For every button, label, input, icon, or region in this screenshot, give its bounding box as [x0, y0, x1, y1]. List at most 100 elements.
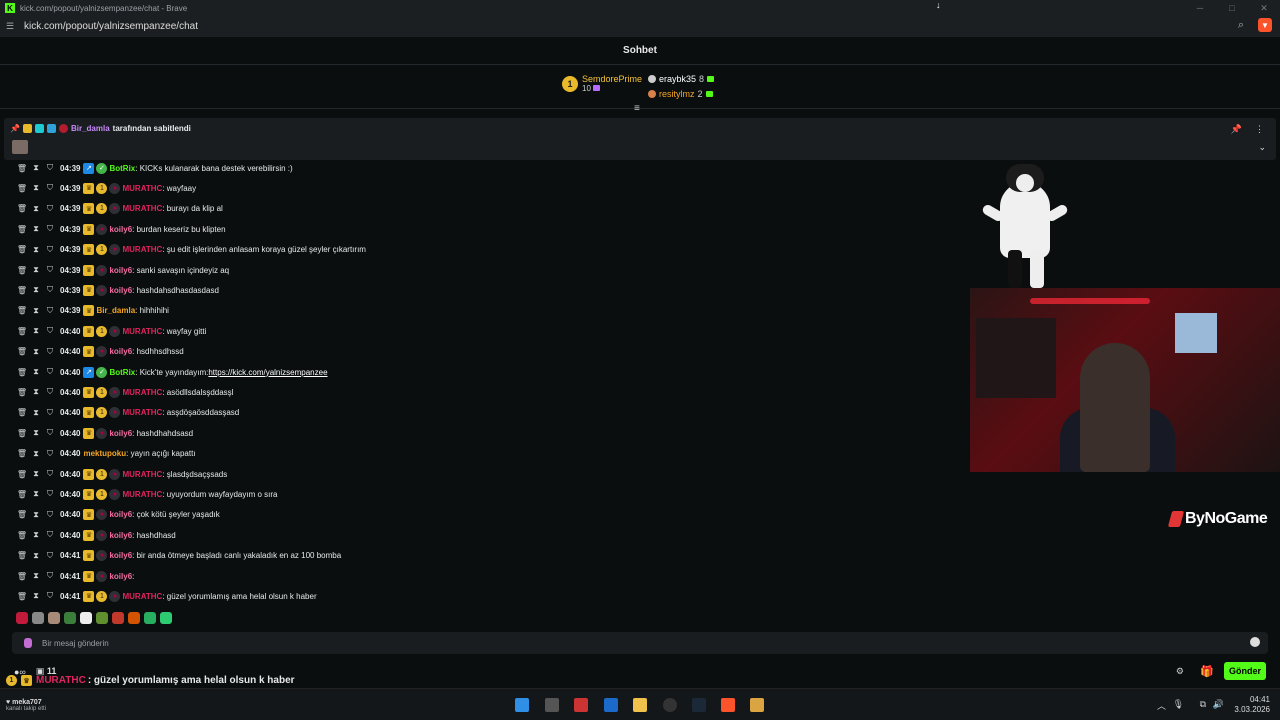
- timeout-icon[interactable]: ⧗: [30, 408, 42, 418]
- message-link[interactable]: https://kick.com/yalnizsempanzee: [208, 368, 327, 377]
- network-icon[interactable]: ⧉: [1200, 699, 1206, 710]
- timeout-icon[interactable]: ⧗: [30, 306, 42, 316]
- ban-icon[interactable]: ⛉: [44, 285, 56, 295]
- delete-icon[interactable]: 🗑: [16, 286, 28, 295]
- timeout-icon[interactable]: ⧗: [30, 489, 42, 499]
- delete-icon[interactable]: 🗑: [16, 368, 28, 377]
- timeout-icon[interactable]: ⧗: [30, 265, 42, 275]
- ban-icon[interactable]: ⛉: [44, 571, 56, 581]
- pin-toggle-icon[interactable]: 📌: [1231, 124, 1242, 135]
- delete-icon[interactable]: 🗑: [16, 592, 28, 601]
- timeout-icon[interactable]: ⧗: [30, 245, 42, 255]
- ban-icon[interactable]: ⛉: [44, 551, 56, 561]
- emote-icon[interactable]: [48, 612, 60, 624]
- tray-chevron-icon[interactable]: ︿: [1157, 699, 1166, 712]
- delete-icon[interactable]: 🗑: [16, 225, 28, 234]
- app-icon[interactable]: [750, 698, 764, 712]
- photos-icon[interactable]: [604, 698, 618, 712]
- timeout-icon[interactable]: ⧗: [30, 163, 42, 173]
- volume-icon[interactable]: 🔊: [1213, 699, 1224, 710]
- emote-icon[interactable]: [144, 612, 156, 624]
- delete-icon[interactable]: 🗑: [16, 449, 28, 458]
- emote-icon[interactable]: [32, 612, 44, 624]
- message-user[interactable]: MURATHC: [122, 470, 162, 479]
- ban-icon[interactable]: ⛉: [44, 510, 56, 520]
- steam-icon[interactable]: [692, 698, 706, 712]
- windows-start-icon[interactable]: [515, 698, 529, 712]
- message-user[interactable]: koily6: [109, 266, 132, 275]
- task-view-icon[interactable]: [545, 698, 559, 712]
- delete-icon[interactable]: 🗑: [16, 266, 28, 275]
- ban-icon[interactable]: ⛉: [44, 326, 56, 336]
- message-user[interactable]: MURATHC: [122, 592, 162, 601]
- file-explorer-icon[interactable]: [633, 698, 647, 712]
- emote-icon[interactable]: [96, 612, 108, 624]
- ban-icon[interactable]: ⛉: [44, 224, 56, 234]
- timeout-icon[interactable]: ⧗: [30, 469, 42, 479]
- close-button[interactable]: ✕: [1248, 0, 1280, 16]
- message-user[interactable]: BotRix: [109, 164, 135, 173]
- emote-icon[interactable]: [112, 612, 124, 624]
- delete-icon[interactable]: 🗑: [16, 572, 28, 581]
- timeout-icon[interactable]: ⧗: [30, 449, 42, 459]
- timeout-icon[interactable]: ⧗: [30, 571, 42, 581]
- message-user[interactable]: koily6: [109, 510, 132, 519]
- delete-icon[interactable]: 🗑: [16, 408, 28, 417]
- emote-icon[interactable]: [128, 612, 140, 624]
- emote-icon[interactable]: [80, 612, 92, 624]
- system-clock[interactable]: 04:41 3.03.2026: [1234, 695, 1270, 715]
- delete-icon[interactable]: 🗑: [16, 388, 28, 397]
- ban-icon[interactable]: ⛉: [44, 306, 56, 316]
- message-user[interactable]: koily6: [109, 531, 132, 540]
- minimize-button[interactable]: ─: [1184, 0, 1216, 16]
- collapse-leaderboard-icon[interactable]: ≡: [634, 103, 640, 114]
- app-icon[interactable]: [574, 698, 588, 712]
- emote-icon[interactable]: [16, 612, 28, 624]
- timeout-icon[interactable]: ⧗: [30, 224, 42, 234]
- message-user[interactable]: mektupoku: [83, 449, 126, 458]
- microphone-icon[interactable]: 🎙: [1173, 699, 1184, 710]
- delete-icon[interactable]: 🗑: [16, 551, 28, 560]
- message-user[interactable]: MURATHC: [122, 327, 162, 336]
- site-info-icon[interactable]: ☰: [6, 21, 18, 32]
- emote-icon[interactable]: [160, 612, 172, 624]
- message-user[interactable]: koily6: [109, 551, 132, 560]
- message-input[interactable]: Bir mesaj gönderin: [12, 632, 1268, 654]
- address-bar[interactable]: ☰ kick.com/popout/yalnizsempanzee/chat ⌕…: [0, 16, 1280, 37]
- brave-icon[interactable]: [721, 698, 735, 712]
- ban-icon[interactable]: ⛉: [44, 428, 56, 438]
- ban-icon[interactable]: ⛉: [44, 163, 56, 173]
- maximize-button[interactable]: □: [1216, 0, 1248, 16]
- message-input-placeholder[interactable]: Bir mesaj gönderin: [42, 639, 109, 648]
- timeout-icon[interactable]: ⧗: [30, 428, 42, 438]
- delete-icon[interactable]: 🗑: [16, 204, 28, 213]
- leaderboard-first[interactable]: 1 SemdorePrime 10: [562, 74, 642, 93]
- timeout-icon[interactable]: ⧗: [30, 387, 42, 397]
- message-user[interactable]: koily6: [109, 347, 132, 356]
- timeout-icon[interactable]: ⧗: [30, 551, 42, 561]
- timeout-icon[interactable]: ⧗: [30, 530, 42, 540]
- delete-icon[interactable]: 🗑: [16, 164, 28, 173]
- message-user[interactable]: Bir_damla: [96, 306, 135, 315]
- delete-icon[interactable]: 🗑: [16, 510, 28, 519]
- url-text[interactable]: kick.com/popout/yalnizsempanzee/chat: [24, 21, 198, 32]
- timeout-icon[interactable]: ⧗: [30, 510, 42, 520]
- leaderboard-second[interactable]: eraybk35 8: [648, 71, 715, 86]
- message-user[interactable]: koily6: [109, 286, 132, 295]
- microphone-icon[interactable]: [24, 638, 32, 648]
- timeout-icon[interactable]: ⧗: [30, 204, 42, 214]
- ban-icon[interactable]: ⛉: [44, 367, 56, 377]
- ban-icon[interactable]: ⛉: [44, 265, 56, 275]
- timeout-icon[interactable]: ⧗: [30, 326, 42, 336]
- leaderboard-third[interactable]: resitylmz 2: [648, 86, 714, 101]
- message-user[interactable]: MURATHC: [122, 388, 162, 397]
- ban-icon[interactable]: ⛉: [44, 530, 56, 540]
- message-user[interactable]: koily6: [109, 429, 132, 438]
- message-user[interactable]: MURATHC: [122, 184, 162, 193]
- settings-icon[interactable]: ⚙: [1176, 666, 1184, 677]
- delete-icon[interactable]: 🗑: [16, 470, 28, 479]
- chat-messages[interactable]: 🗑 ⧗ ⛉ 04:39 ↗ ✓ BotRix: KICKs kulanarak bana d…: [0, 160, 960, 610]
- ban-icon[interactable]: ⛉: [44, 204, 56, 214]
- brave-shields-icon[interactable]: ▼: [1258, 18, 1272, 32]
- timeout-icon[interactable]: ⧗: [30, 285, 42, 295]
